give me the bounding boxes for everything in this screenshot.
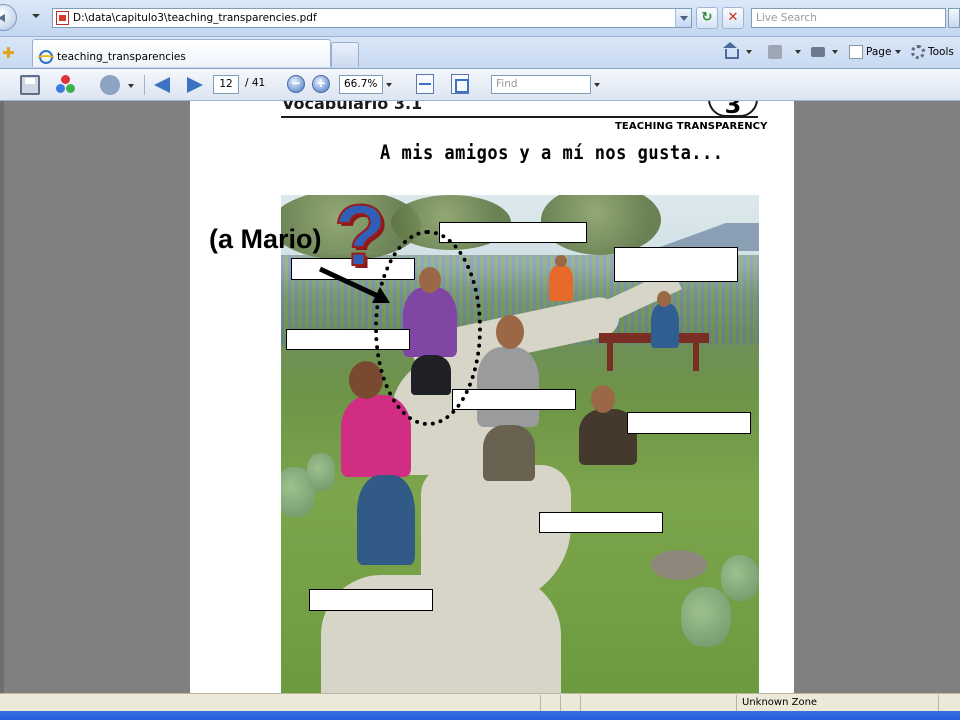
armadillo	[651, 550, 707, 580]
title-rule	[281, 116, 758, 118]
chevron-down-icon[interactable]	[128, 84, 134, 88]
person-head	[555, 255, 567, 267]
search-input[interactable]: Live Search	[751, 8, 946, 28]
windows-taskbar	[0, 711, 960, 720]
tools-menu-button[interactable]: Tools	[911, 41, 954, 63]
print-button[interactable]	[811, 41, 838, 63]
dotted-ellipse-highlight	[374, 230, 482, 426]
organizer-icon-part	[61, 75, 70, 84]
person-head	[591, 385, 615, 413]
search-button[interactable]	[948, 8, 960, 28]
chevron-down-icon[interactable]	[832, 50, 838, 54]
gear-icon	[911, 45, 925, 59]
rss-icon	[768, 45, 782, 59]
person-cycling	[549, 265, 573, 301]
blank-label-box	[452, 389, 576, 410]
mario-label: (a Mario)	[209, 224, 322, 254]
find-placeholder: Find	[496, 78, 518, 90]
pdf-page: Vocabulario 3.1 3 TEACHING TRANSPARENCY …	[190, 101, 794, 693]
person-walking	[477, 347, 539, 427]
blank-label-box	[539, 512, 663, 533]
next-page-button[interactable]	[183, 75, 205, 95]
security-zone-label: Unknown Zone	[742, 697, 818, 708]
organizer-icon-part	[56, 84, 65, 93]
cactus	[721, 555, 759, 601]
comment-icon[interactable]	[100, 75, 120, 95]
blank-label-box	[614, 247, 738, 282]
status-divider	[736, 695, 737, 711]
refresh-button[interactable]: ↻	[696, 7, 718, 29]
favorites-star-icon[interactable]: ✚	[2, 44, 15, 62]
status-bar: Unknown Zone	[0, 693, 960, 711]
pdf-toolbar	[0, 69, 960, 101]
zoom-in-button[interactable]: +	[312, 75, 330, 93]
bench	[693, 343, 699, 371]
pdf-file-icon	[56, 11, 69, 25]
zoom-out-button[interactable]: −	[287, 75, 305, 93]
page-number-input[interactable]: 12	[213, 75, 239, 94]
recent-pages-dropdown[interactable]	[32, 14, 40, 18]
zoom-level-input[interactable]: 66.7%	[339, 75, 383, 94]
page-menu-label: Page	[866, 46, 892, 58]
address-text: D:\data\capitulo3\teaching_transparencie…	[73, 12, 317, 24]
home-icon	[723, 42, 739, 59]
find-dropdown-button[interactable]	[592, 75, 602, 94]
organizer-icon-part	[66, 84, 75, 93]
address-dropdown-button[interactable]	[675, 9, 691, 27]
blank-label-box	[627, 412, 751, 434]
fit-page-button[interactable]	[451, 74, 469, 94]
tools-menu-label: Tools	[928, 46, 954, 58]
tab-row: ✚ teaching_transparencies Page Tools	[0, 37, 960, 69]
status-divider	[580, 695, 581, 711]
cactus	[307, 453, 335, 491]
stop-button[interactable]: ✕	[722, 7, 744, 29]
person-walking-shorts	[483, 425, 535, 481]
new-tab-button[interactable]	[331, 42, 359, 67]
chevron-down-icon	[895, 50, 902, 54]
person-head	[657, 291, 671, 307]
status-divider	[540, 695, 541, 711]
toolbar-divider	[144, 75, 145, 95]
previous-page-button[interactable]	[152, 75, 174, 95]
save-icon[interactable]	[20, 75, 40, 95]
home-button[interactable]	[723, 41, 752, 63]
chevron-down-icon[interactable]	[746, 50, 752, 54]
person-head	[496, 315, 524, 349]
navigation-pane-strip[interactable]	[0, 101, 4, 693]
cactus	[681, 587, 731, 647]
fit-width-button[interactable]	[416, 74, 434, 94]
ie-page-icon	[37, 49, 55, 64]
address-field[interactable]: D:\data\capitulo3\teaching_transparencie…	[52, 8, 692, 28]
chevron-down-icon[interactable]	[795, 50, 801, 54]
status-divider	[560, 695, 561, 711]
back-button[interactable]	[0, 4, 17, 31]
chapter-badge: 3	[708, 101, 758, 119]
find-input[interactable]: Find	[491, 75, 591, 94]
section-title: Vocabulario 3.1	[282, 101, 423, 113]
organizer-icon[interactable]	[56, 75, 76, 95]
pointer-arrow-icon	[318, 266, 390, 303]
printer-icon	[811, 47, 825, 57]
page-icon	[849, 45, 863, 59]
zoom-dropdown-button[interactable]	[383, 75, 395, 94]
status-divider	[938, 695, 939, 711]
person-skating-jeans	[357, 475, 415, 565]
teaching-transparency-label: TEACHING TRANSPARENCY	[615, 121, 768, 132]
pdf-viewer-area[interactable]: Vocabulario 3.1 3 TEACHING TRANSPARENCY …	[0, 101, 960, 693]
page-menu-button[interactable]: Page	[849, 41, 902, 63]
page-heading: A mis amigos y a mí nos gusta...	[380, 141, 724, 165]
page-total-label: / 41	[245, 77, 266, 89]
blank-label-box	[309, 589, 433, 611]
tab-label: teaching_transparencies	[57, 50, 186, 63]
blank-label-box	[439, 222, 587, 243]
person-reading	[651, 303, 679, 348]
address-bar-row: D:\data\capitulo3\teaching_transparencie…	[0, 0, 960, 37]
bench	[607, 343, 613, 371]
tab-teaching-transparencies[interactable]: teaching_transparencies	[32, 39, 331, 67]
question-mark-graphic: ?	[333, 188, 388, 284]
search-placeholder: Live Search	[756, 12, 817, 24]
feeds-button[interactable]	[768, 41, 801, 63]
